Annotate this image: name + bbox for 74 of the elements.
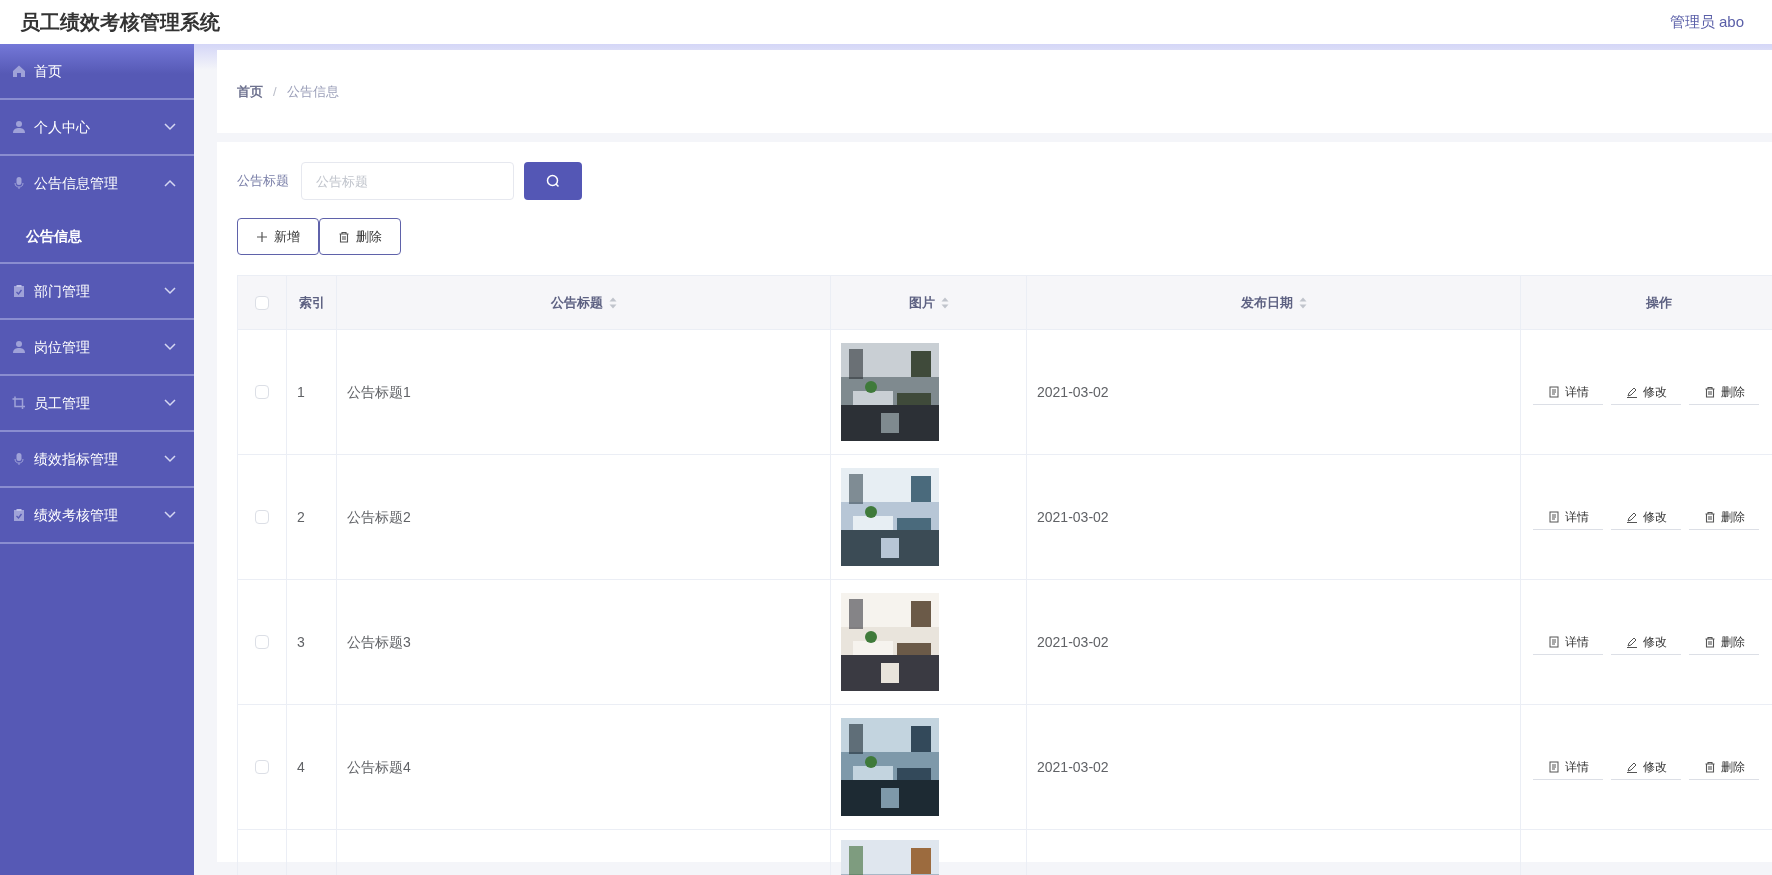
user-icon — [12, 120, 26, 134]
row-checkbox[interactable] — [255, 510, 269, 524]
sidebar-item[interactable]: 部门管理 — [0, 264, 194, 318]
table-cell: 2021-03-02 — [1037, 383, 1109, 400]
microphone-icon — [12, 452, 26, 466]
sidebar-item[interactable]: 员工管理 — [0, 376, 194, 430]
trash-icon — [338, 230, 350, 243]
detail-button[interactable]: 详情 — [1533, 379, 1603, 405]
sidebar-item[interactable]: 首页 — [0, 44, 194, 98]
sidebar-item[interactable]: 绩效指标管理 — [0, 432, 194, 486]
table-cell: 2021-03-02 — [1037, 758, 1109, 775]
plus-icon — [256, 230, 268, 243]
edit-button[interactable]: 修改 — [1611, 629, 1681, 655]
sidebar-item[interactable]: 个人中心 — [0, 100, 194, 154]
delete-button[interactable]: 删除 — [319, 218, 401, 255]
detail-button[interactable]: 详情 — [1533, 504, 1603, 530]
sidebar-item[interactable]: 绩效考核管理 — [0, 488, 194, 542]
table-cell: 2021-03-02 — [1037, 508, 1109, 525]
pencil-icon — [1625, 385, 1638, 398]
table-cell: 2021-03-02 — [1037, 633, 1109, 650]
trash-icon — [1703, 385, 1716, 398]
pencil-icon — [1625, 760, 1638, 773]
delete-button[interactable]: 删除 — [1689, 754, 1759, 780]
sidebar-item[interactable]: 岗位管理 — [0, 320, 194, 374]
breadcrumb-item[interactable]: 首页 — [237, 81, 263, 102]
add-button[interactable]: 新增 — [237, 218, 319, 255]
search-button[interactable] — [524, 162, 582, 200]
column-header[interactable]: 发布日期 — [1240, 292, 1293, 313]
delete-button[interactable]: 删除 — [1689, 629, 1759, 655]
column-header[interactable]: 图片 — [908, 292, 935, 313]
user-icon — [12, 340, 26, 354]
delete-button[interactable]: 删除 — [1689, 379, 1759, 405]
search-label: 公告标题 — [237, 172, 289, 191]
trash-icon — [1703, 510, 1716, 523]
search-icon — [546, 174, 560, 188]
select-all-checkbox[interactable] — [255, 295, 269, 310]
delete-button[interactable]: 删除 — [1689, 504, 1759, 530]
document-icon — [1547, 635, 1560, 648]
trash-icon — [1703, 635, 1716, 648]
table-cell: 公告标题1 — [347, 383, 411, 400]
table-cell: 4 — [297, 758, 305, 775]
pencil-icon — [1625, 510, 1638, 523]
microphone-icon — [12, 176, 26, 190]
home-icon — [12, 64, 26, 78]
detail-button[interactable]: 详情 — [1533, 754, 1603, 780]
table-cell: 2 — [297, 508, 305, 525]
clipboard-icon — [12, 508, 26, 522]
row-checkbox[interactable] — [255, 635, 269, 649]
table-cell: 3 — [297, 633, 305, 650]
table-cell: 公告标题3 — [347, 633, 411, 650]
breadcrumb-separator: / — [273, 82, 277, 101]
document-icon — [1547, 385, 1560, 398]
column-header[interactable]: 公告标题 — [550, 292, 603, 313]
crop-icon — [12, 396, 26, 410]
detail-button[interactable]: 详情 — [1533, 629, 1603, 655]
sidebar-subitem[interactable]: 公告信息 — [0, 210, 194, 262]
document-icon — [1547, 760, 1560, 773]
table-cell: 公告标题2 — [347, 508, 411, 525]
edit-button[interactable]: 修改 — [1611, 754, 1681, 780]
clipboard-icon — [12, 284, 26, 298]
trash-icon — [1703, 760, 1716, 773]
app-title: 员工绩效考核管理系统 — [20, 10, 220, 35]
column-header[interactable]: 操作 — [1646, 292, 1672, 313]
row-checkbox[interactable] — [255, 385, 269, 399]
document-icon — [1547, 510, 1560, 523]
user-name[interactable]: 管理员 abo — [1669, 10, 1744, 34]
table-cell: 公告标题4 — [347, 758, 411, 775]
pencil-icon — [1625, 635, 1638, 648]
row-checkbox[interactable] — [255, 760, 269, 774]
search-field[interactable]: 公告标题 — [301, 162, 514, 200]
sidebar-item[interactable]: 公告信息管理 — [0, 156, 194, 210]
edit-button[interactable]: 修改 — [1611, 379, 1681, 405]
edit-button[interactable]: 修改 — [1611, 504, 1681, 530]
table-cell: 1 — [297, 383, 305, 400]
